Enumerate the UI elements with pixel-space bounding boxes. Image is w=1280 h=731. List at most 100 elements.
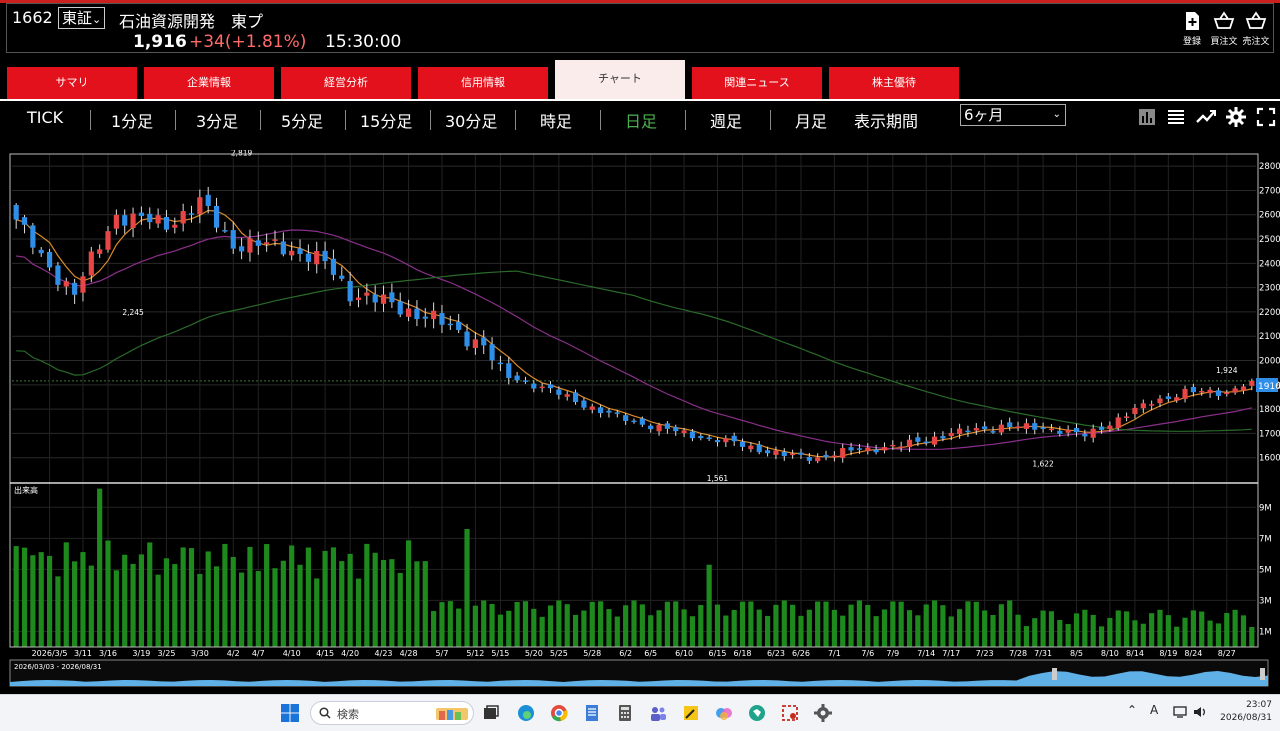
candle-body (773, 450, 779, 455)
candle-body (1207, 389, 1213, 394)
task-view-icon[interactable] (481, 703, 501, 723)
volume-bar (72, 561, 78, 647)
volume-icon[interactable] (1193, 705, 1207, 719)
period-hourly[interactable]: 時足 (540, 108, 572, 132)
candle-body (297, 248, 303, 255)
windows-start-icon[interactable] (280, 703, 300, 723)
volume-bar (1224, 613, 1230, 647)
candle-body (1240, 386, 1247, 391)
volume-bar (222, 543, 228, 647)
network-icon[interactable] (1173, 705, 1187, 719)
range-navigator[interactable]: 2026/03/03 - 2026/08/31 (9, 659, 1269, 687)
candle-body (873, 449, 879, 453)
x-axis-label: 7/31 (1034, 649, 1052, 658)
volume-bar (188, 548, 195, 647)
volume-bar (1007, 600, 1013, 647)
chart-area[interactable]: 1600170018001900200021002200230024002500… (0, 150, 1280, 690)
edge-browser-icon[interactable] (516, 703, 536, 723)
volume-bar (572, 614, 579, 647)
period-daily[interactable]: 日足 (625, 108, 657, 132)
chrome-browser-icon[interactable] (549, 703, 569, 723)
teams-icon[interactable] (648, 703, 668, 723)
x-axis-label: 6/26 (792, 649, 810, 658)
x-axis-label: 7/17 (942, 649, 960, 658)
candle-body (1098, 426, 1105, 430)
snipping-tool-icon[interactable] (780, 703, 800, 723)
candle-body (380, 294, 387, 304)
sticky-notes-icon[interactable] (681, 703, 701, 723)
volume-bar (305, 547, 311, 647)
period-5min[interactable]: 5分足 (281, 108, 323, 132)
display-period-select[interactable]: 6ヶ月 ⌄ (960, 104, 1066, 126)
volume-bar (589, 601, 595, 647)
tab-related-news[interactable]: 関連ニュース (692, 67, 822, 99)
volume-bar (172, 564, 178, 647)
market-select[interactable]: 東証⌄ (58, 7, 106, 29)
period-15min[interactable]: 15分足 (360, 108, 412, 132)
x-axis-label: 7/1 (828, 649, 841, 658)
tab-shareholder-benefits[interactable]: 株主優待 (829, 67, 959, 99)
volume-bar (405, 540, 412, 647)
period-1min[interactable]: 1分足 (111, 108, 153, 132)
candle-body (489, 344, 495, 361)
tab-financial-analysis[interactable]: 経営分析 (281, 67, 411, 99)
volume-bar (664, 601, 670, 647)
navigator-handle-left[interactable] (1052, 668, 1057, 680)
navigator-handle-right[interactable] (1260, 668, 1265, 680)
candle-body (289, 250, 295, 256)
candle-body (673, 427, 679, 432)
calculator-icon[interactable] (615, 703, 635, 723)
candle-body (355, 297, 362, 300)
fullscreen-icon[interactable] (1256, 107, 1276, 127)
volume-bar (46, 555, 53, 647)
period-3min[interactable]: 3分足 (196, 108, 238, 132)
tab-summary[interactable]: サマリ (7, 67, 137, 99)
gear-icon[interactable] (1226, 107, 1246, 127)
candle-body (522, 380, 529, 382)
volume-bar (30, 555, 36, 647)
candle-body (1015, 426, 1021, 428)
trend-icon[interactable] (1196, 107, 1216, 127)
candle-body (347, 281, 353, 302)
clock-time: 23:07 (1246, 700, 1272, 710)
volume-bar (247, 546, 253, 647)
register-button[interactable]: 登録 (1175, 10, 1209, 47)
volume-bar (1165, 615, 1171, 647)
maps-icon[interactable] (747, 703, 767, 723)
volume-bar (898, 601, 904, 647)
bar-chart-icon[interactable] (1137, 107, 1157, 127)
copilot-icon[interactable] (714, 703, 734, 723)
list-icon[interactable] (1166, 107, 1186, 127)
tab-margin-info[interactable]: 信用情報 (418, 67, 548, 99)
candle-body (188, 213, 195, 215)
volume-bar (940, 605, 946, 647)
volume-bar (297, 564, 303, 647)
volume-bar (973, 601, 979, 647)
x-axis-label: 2026/3/5 (32, 649, 68, 658)
candle-body (790, 453, 796, 456)
period-tick[interactable]: TICK (27, 108, 63, 127)
candle-body (330, 258, 337, 275)
candle-body (572, 392, 579, 403)
candlestick-chart[interactable]: 1600170018001900200021002200230024002500… (0, 150, 1280, 690)
chevron-up-icon[interactable]: ⌃ (1127, 703, 1137, 717)
taskbar-search[interactable]: 検索 (310, 701, 474, 725)
price-tick-label: 2400 (1259, 259, 1280, 269)
x-axis-label: 5/28 (583, 649, 601, 658)
period-30min[interactable]: 30分足 (445, 108, 497, 132)
candle-body (163, 216, 170, 230)
candle-body (556, 389, 562, 395)
x-axis-label: 4/20 (341, 649, 359, 658)
notepad-icon[interactable] (582, 703, 602, 723)
settings-icon[interactable] (813, 703, 833, 723)
tab-chart[interactable]: チャート (555, 60, 685, 100)
buy-order-button[interactable]: 買注文 (1207, 10, 1241, 47)
candle-body (881, 447, 888, 451)
ime-indicator[interactable]: A (1150, 703, 1158, 717)
taskbar-clock[interactable]: 23:07 2026/08/31 (1220, 699, 1272, 725)
sell-order-button[interactable]: 売注文 (1239, 10, 1273, 47)
tab-company-info[interactable]: 企業情報 (144, 67, 274, 99)
volume-tick-label: 9M (1259, 503, 1272, 513)
period-monthly[interactable]: 月足 (795, 108, 827, 132)
period-weekly[interactable]: 週足 (710, 108, 742, 132)
